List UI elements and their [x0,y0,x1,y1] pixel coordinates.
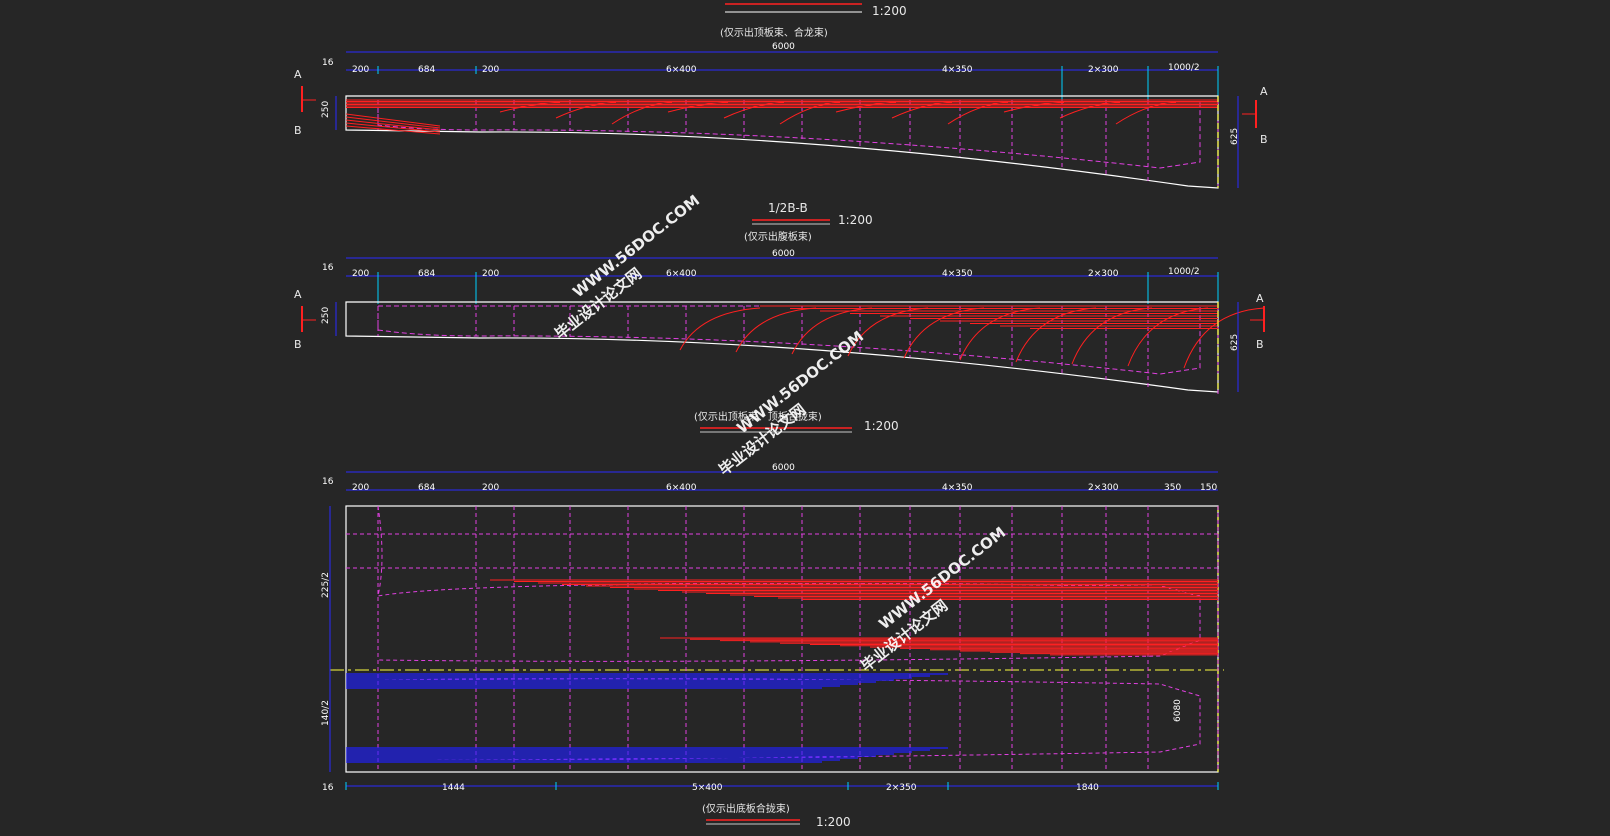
view2-dim-16: 16 [322,263,334,273]
view2-mark-a-left: A [294,288,302,301]
bottom-scale: 1:200 [816,815,851,829]
view2-dim-2x300: 2×300 [1088,269,1119,279]
view3-dim-350: 350 [1164,483,1181,493]
view3-bottom-dim-5x400: 5×400 [692,783,723,793]
view2-scale: 1:200 [838,213,873,227]
v1-tendon-curve [611,101,673,125]
view1-dim-16: 16 [322,58,334,68]
view3-dim-200a: 200 [352,483,369,493]
watermark-1: 毕业设计论文网 WWW.56DOC.COM [551,191,703,343]
view1-total-dim: 6000 [772,42,795,52]
view3-bottom-dim-16: 16 [322,783,334,793]
view2-mark-a-right: A [1256,292,1264,305]
view3-dim-6x400: 6×400 [666,483,697,493]
v2-tendon-curve [1183,307,1265,369]
view2-mark-b-left: B [294,338,302,351]
v1-left-tendon [345,119,441,131]
view3-height-225-2: 225/2 [321,572,331,598]
view1-dim-2x300: 2×300 [1088,65,1119,75]
watermark-2: 毕业设计论文网 WWW.56DOC.COM [715,327,867,479]
view2-note: (仅示出腹板束) [744,230,812,243]
view1-height-625: 625 [1230,128,1240,145]
view2-dim-684: 684 [418,269,435,279]
view3-bottom-dim-1840: 1840 [1076,783,1099,793]
view1-mark-b-left: B [294,124,302,137]
view1-dim-6x400: 6×400 [666,65,697,75]
view2-elevation: 1/2B-B 1:200 (仅示出腹板束) 6000 16 200 684 20… [294,201,1265,394]
view2-title: 1/2B-B [768,201,808,215]
top-scale-text: 1:200 [872,4,907,18]
cad-drawing: 1:200 (仅示出顶板束、合龙束) 6000 16 200 684 200 6… [294,3,1268,829]
view1-dim-1000-2: 1000/2 [1168,63,1200,73]
view3-plan: (仅示出顶板束、顶板合拢束) 1:200 6000 16 200 684 200… [321,410,1224,829]
view3-dim-684: 684 [418,483,435,493]
view2-total-dim: 6000 [772,249,795,259]
view1-dim-4x350: 4×350 [942,65,973,75]
view1-dim-200b: 200 [482,65,499,75]
view2-dim-1000-2: 1000/2 [1168,267,1200,277]
view3-scale: 1:200 [864,419,899,433]
v1-tendon-curve [1115,101,1177,125]
view2-dim-200b: 200 [482,269,499,279]
view3-dim-16: 16 [322,477,334,487]
view1-note: (仅示出顶板束、合龙束) [720,26,828,39]
view3-total-dim: 6000 [772,463,795,473]
view2-height-625: 625 [1230,334,1240,351]
view1-mark-a-right: A [1260,85,1268,98]
view2-dim-4x350: 4×350 [942,269,973,279]
view2-height-250: 250 [321,307,331,324]
view3-height-140-2: 140/2 [321,700,331,726]
view3-dim-2x300: 2×300 [1088,483,1119,493]
v1-tendon-curve [779,101,841,125]
view3-dim-4x350: 4×350 [942,483,973,493]
view2-mark-b-right: B [1256,338,1264,351]
view1-height-250: 250 [321,101,331,118]
view2-dim-200a: 200 [352,269,369,279]
view3-bottom-dim-1444: 1444 [442,783,465,793]
view3-dim-150: 150 [1200,483,1217,493]
view3-bottom-dim-2x350: 2×350 [886,783,917,793]
view2-dim-6x400: 6×400 [666,269,697,279]
view1-mark-b-right: B [1260,133,1268,146]
view1-dim-200a: 200 [352,65,369,75]
bottom-note: (仅示出底板合拢束) [702,802,790,815]
view1-elevation: (仅示出顶板束、合龙束) 6000 16 200 684 200 6×400 4… [294,26,1268,189]
v2-tendon-curve [1127,307,1209,367]
view1-dim-684: 684 [418,65,435,75]
top-scale-group: 1:200 [725,3,907,18]
view1-mark-a-left: A [294,68,302,81]
v1-tendon-curve [947,101,1009,125]
view3-dim-200b: 200 [482,483,499,493]
view3-side-label: 6080 [1173,699,1183,722]
